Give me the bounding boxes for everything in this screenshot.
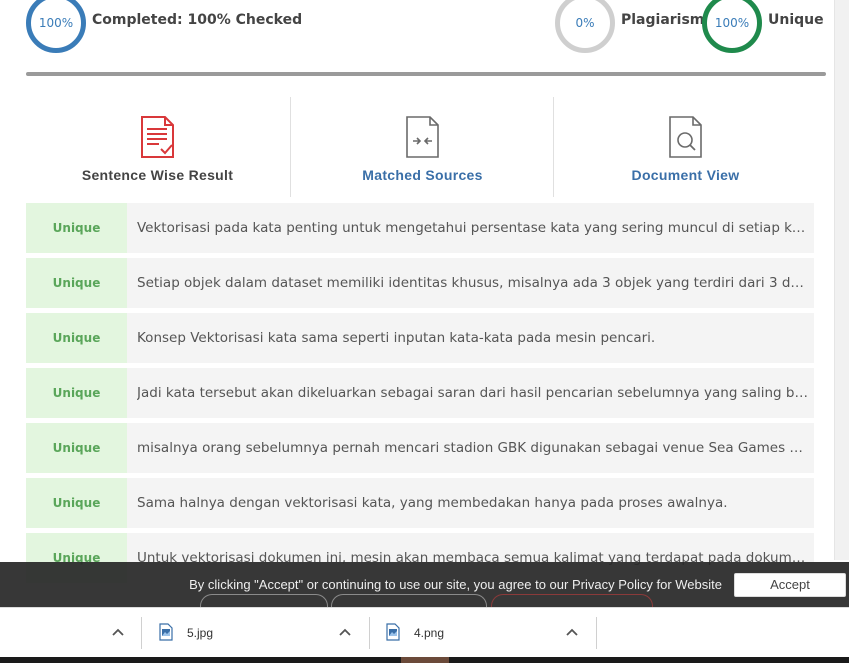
result-row[interactable]: Unique Jadi kata tersebut akan dikeluark… bbox=[26, 368, 814, 418]
result-row[interactable]: Unique Konsep Vektorisasi kata sama sepe… bbox=[26, 313, 814, 363]
accept-cookies-button[interactable]: Accept bbox=[734, 572, 846, 597]
sentence-results-list: Unique Vektorisasi pada kata penting unt… bbox=[26, 203, 814, 588]
status-badge: Unique bbox=[26, 313, 127, 363]
plagiarism-report-page: 100% Completed: 100% Checked 0% Plagiari… bbox=[0, 0, 849, 663]
tab-sentence-wise-result[interactable]: Sentence Wise Result bbox=[26, 97, 289, 197]
download-file-name: 4.png bbox=[414, 626, 445, 640]
status-badge: Unique bbox=[26, 423, 127, 473]
plagiarism-progress-ring: 0% bbox=[555, 0, 615, 53]
chevron-up-icon[interactable] bbox=[110, 624, 126, 640]
download-bar: 5.jpg 4.png bbox=[0, 607, 849, 658]
sentence-text: Konsep Vektorisasi kata sama seperti inp… bbox=[137, 330, 656, 346]
result-row[interactable]: Unique misalnya orang sebelumnya pernah … bbox=[26, 423, 814, 473]
tab-document-view[interactable]: Document View bbox=[553, 97, 817, 197]
unique-percent: 100% bbox=[714, 16, 750, 30]
sentence-text: Vektorisasi pada kata penting untuk meng… bbox=[137, 220, 810, 236]
result-row[interactable]: Unique Vektorisasi pada kata penting unt… bbox=[26, 203, 814, 253]
tab-matched-sources[interactable]: Matched Sources bbox=[290, 97, 554, 197]
download-item[interactable]: 5.jpg bbox=[142, 608, 369, 658]
sentence-text: misalnya orang sebelumnya pernah mencari… bbox=[137, 440, 810, 456]
sentence-text: Jadi kata tersebut akan dikeluarkan seba… bbox=[137, 385, 810, 401]
chevron-up-icon[interactable] bbox=[564, 624, 580, 640]
summary-divider bbox=[26, 72, 826, 76]
report-check-icon bbox=[140, 116, 174, 158]
plagiarism-label: Plagiarism bbox=[621, 12, 705, 28]
cookie-banner-text: By clicking "Accept" or continuing to us… bbox=[189, 577, 722, 592]
result-row[interactable]: Unique Sama halnya dengan vektorisasi ka… bbox=[26, 478, 814, 528]
status-badge: Unique bbox=[26, 368, 127, 418]
unique-label: Unique bbox=[768, 12, 824, 28]
status-badge: Unique bbox=[26, 478, 127, 528]
compare-document-icon bbox=[405, 116, 439, 158]
status-badge: Unique bbox=[26, 258, 127, 308]
image-file-icon bbox=[159, 623, 173, 641]
plagiarism-percent: 0% bbox=[575, 16, 595, 30]
tab-label: Matched Sources bbox=[362, 167, 483, 183]
download-separator bbox=[596, 617, 597, 649]
tab-label: Document View bbox=[631, 167, 740, 183]
chevron-up-icon[interactable] bbox=[337, 624, 353, 640]
unique-progress-ring: 100% bbox=[702, 0, 762, 53]
completed-progress-ring: 100% bbox=[26, 0, 86, 53]
status-badge: Unique bbox=[26, 203, 127, 253]
result-row[interactable]: Unique Setiap objek dalam dataset memili… bbox=[26, 258, 814, 308]
taskbar-active-item[interactable] bbox=[401, 657, 449, 663]
sentence-text: Setiap objek dalam dataset memiliki iden… bbox=[137, 275, 810, 291]
completed-label: Completed: 100% Checked bbox=[92, 12, 303, 28]
completed-percent: 100% bbox=[38, 16, 74, 30]
sentence-text: Sama halnya dengan vektorisasi kata, yan… bbox=[137, 495, 728, 511]
image-file-icon bbox=[386, 623, 400, 641]
document-search-icon bbox=[668, 116, 702, 158]
download-file-name: 5.jpg bbox=[187, 626, 214, 640]
tab-label: Sentence Wise Result bbox=[81, 167, 234, 183]
page-scrollbar[interactable] bbox=[834, 0, 849, 560]
download-item[interactable]: 4.png bbox=[370, 608, 596, 658]
